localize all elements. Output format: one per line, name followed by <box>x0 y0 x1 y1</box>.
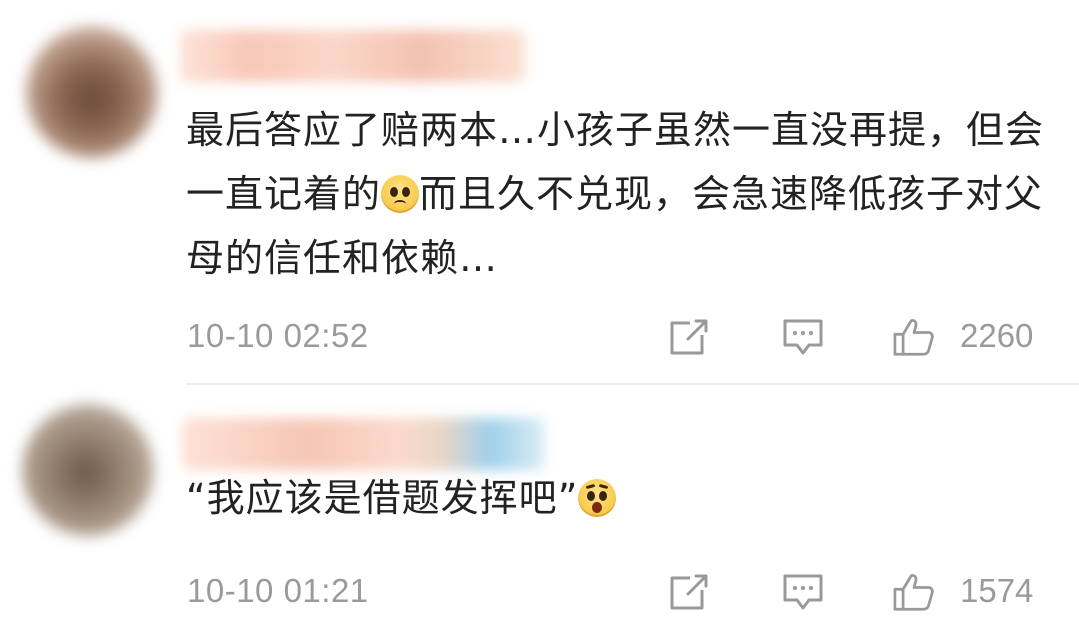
comment-text-part1: “我应该是借题发挥吧” <box>186 476 579 520</box>
comment-item: 最后答应了赔两本…小孩子虽然一直没再提，但会一直记着的 而且久不兑现，会急速降低孩… <box>0 0 1079 385</box>
like-count: 2260 <box>960 317 1034 354</box>
username-blurred[interactable] <box>182 418 544 470</box>
comment-meta: 10-10 01:21 1574 <box>0 566 1079 616</box>
thumbs-up-icon[interactable] <box>892 572 936 612</box>
comment-icon[interactable] <box>781 317 825 357</box>
like-count: 1574 <box>960 572 1034 609</box>
comment-text: 最后答应了赔两本…小孩子虽然一直没再提，但会一直记着的 而且久不兑现，会急速降低孩… <box>186 98 1056 290</box>
comment-timestamp: 10-10 02:52 <box>187 317 369 354</box>
avatar[interactable] <box>22 404 154 536</box>
username-blurred[interactable] <box>180 30 525 82</box>
divider <box>186 383 1079 385</box>
share-icon[interactable] <box>666 572 710 612</box>
comment-item: “我应该是借题发挥吧” 10-10 01:21 1574 <box>0 386 1079 633</box>
comment-timestamp: 10-10 01:21 <box>187 572 369 609</box>
share-icon[interactable] <box>666 317 710 357</box>
shocked-face-emoji-icon <box>578 479 617 517</box>
comment-text: “我应该是借题发挥吧” <box>186 466 1056 530</box>
thumbs-up-icon[interactable] <box>892 317 936 357</box>
sad-face-emoji-icon <box>381 175 420 213</box>
comment-icon[interactable] <box>781 572 825 612</box>
avatar[interactable] <box>26 26 158 158</box>
comment-meta: 10-10 02:52 2260 <box>0 311 1079 361</box>
